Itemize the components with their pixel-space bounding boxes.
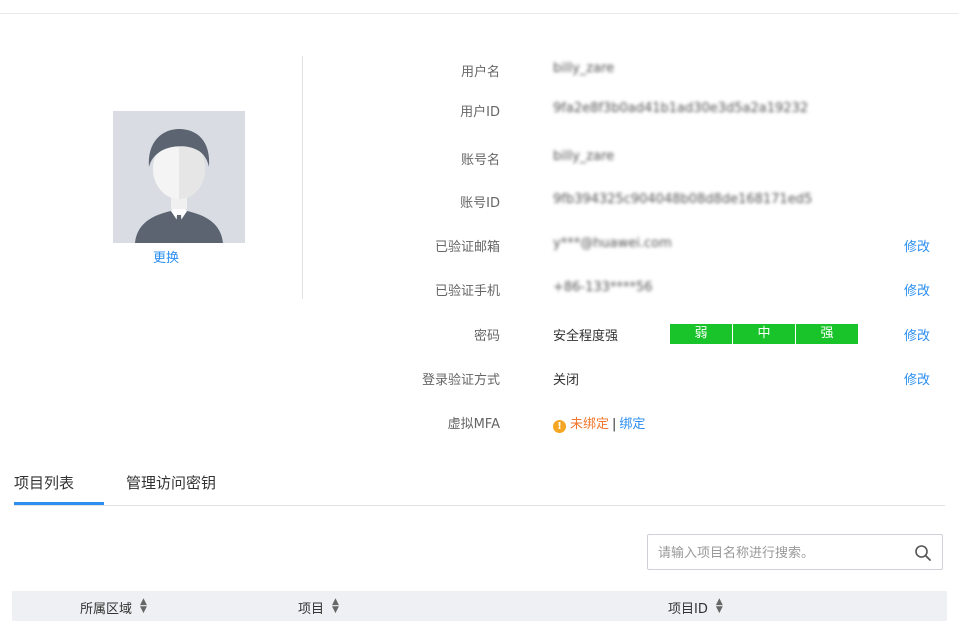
table-header: 所属区域 ▲ ▼ 项目 ▲ ▼ 项目ID ▲ ▼ xyxy=(12,591,947,621)
tab-access-keys[interactable]: 管理访问密钥 xyxy=(126,472,216,493)
username-value: billy_zare xyxy=(553,61,615,76)
strength-strong: 强 xyxy=(796,324,858,344)
column-project[interactable]: 项目 ▲ ▼ xyxy=(298,597,339,618)
edit-login-verify-link[interactable]: 修改 xyxy=(904,369,930,388)
tabs-divider xyxy=(14,505,945,506)
top-divider xyxy=(0,13,959,14)
username-label: 用户名 xyxy=(460,65,500,80)
account-id-label: 账号ID xyxy=(460,196,500,211)
edit-password-link[interactable]: 修改 xyxy=(904,325,930,344)
email-value: y***@huawei.com xyxy=(553,236,672,251)
mfa-label: 虚拟MFA xyxy=(447,417,500,432)
search-icon[interactable] xyxy=(914,544,932,562)
edit-email-link[interactable]: 修改 xyxy=(904,236,930,255)
user-id-label: 用户ID xyxy=(460,105,500,120)
login-verify-row: 登录验证方式 关闭 修改 xyxy=(0,369,959,389)
login-verify-label: 登录验证方式 xyxy=(421,373,500,388)
account-name-value: billy_zare xyxy=(553,149,615,164)
sort-icon: ▲ ▼ xyxy=(715,597,723,615)
avatar-placeholder-icon xyxy=(113,111,245,243)
email-row: 已验证邮箱 y***@huawei.com 修改 xyxy=(0,236,959,256)
edit-phone-link[interactable]: 修改 xyxy=(904,280,930,299)
login-verify-value: 关闭 xyxy=(553,373,580,388)
tab-bar: 项目列表 管理访问密钥 xyxy=(0,472,959,506)
password-strength-meter: 弱 中 强 xyxy=(670,324,858,344)
strength-weak: 弱 xyxy=(670,324,732,344)
password-label: 密码 xyxy=(473,329,500,344)
column-project-label: 项目 xyxy=(298,602,325,617)
column-project-id[interactable]: 项目ID ▲ ▼ xyxy=(668,597,723,618)
search-input[interactable] xyxy=(658,543,898,563)
mfa-status: ! 未绑定 | 绑定 xyxy=(553,413,645,433)
phone-label: 已验证手机 xyxy=(434,284,500,299)
tab-project-list[interactable]: 项目列表 xyxy=(14,472,74,493)
mfa-separator: | xyxy=(612,417,617,432)
account-name-row: 账号名 billy_zare xyxy=(0,149,959,169)
password-row: 密码 安全程度强 弱 中 强 修改 xyxy=(0,324,959,345)
search-box xyxy=(647,534,943,570)
mfa-bind-link[interactable]: 绑定 xyxy=(619,417,645,432)
email-label: 已验证邮箱 xyxy=(434,240,500,255)
sort-icon: ▲ ▼ xyxy=(140,597,147,615)
account-id-row: 账号ID 9fb394325c904048b08d8de168171ed5 xyxy=(0,192,959,212)
sort-icon: ▲ ▼ xyxy=(332,597,339,615)
password-strength-text: 安全程度强 xyxy=(553,329,619,344)
user-id-row: 用户ID 9fa2e8f3b0ad41b1ad30e3d5a2a19232 xyxy=(0,101,959,121)
username-row: 用户名 billy_zare xyxy=(0,61,959,81)
phone-row: 已验证手机 +86-133****56 修改 xyxy=(0,280,959,300)
mfa-row: 虚拟MFA ! 未绑定 | 绑定 xyxy=(0,413,959,433)
account-name-label: 账号名 xyxy=(460,153,500,168)
account-id-value: 9fb394325c904048b08d8de168171ed5 xyxy=(553,192,813,207)
avatar xyxy=(113,111,245,243)
user-id-value: 9fa2e8f3b0ad41b1ad30e3d5a2a19232 xyxy=(553,101,809,116)
column-region-label: 所属区域 xyxy=(80,602,133,617)
mfa-unbound-text: 未绑定 xyxy=(570,417,610,432)
phone-value: +86-133****56 xyxy=(553,280,653,295)
warning-icon: ! xyxy=(553,420,566,433)
strength-medium: 中 xyxy=(733,324,795,344)
column-project-id-label: 项目ID xyxy=(668,602,708,617)
column-region[interactable]: 所属区域 ▲ ▼ xyxy=(80,597,147,618)
vertical-divider xyxy=(302,56,303,299)
